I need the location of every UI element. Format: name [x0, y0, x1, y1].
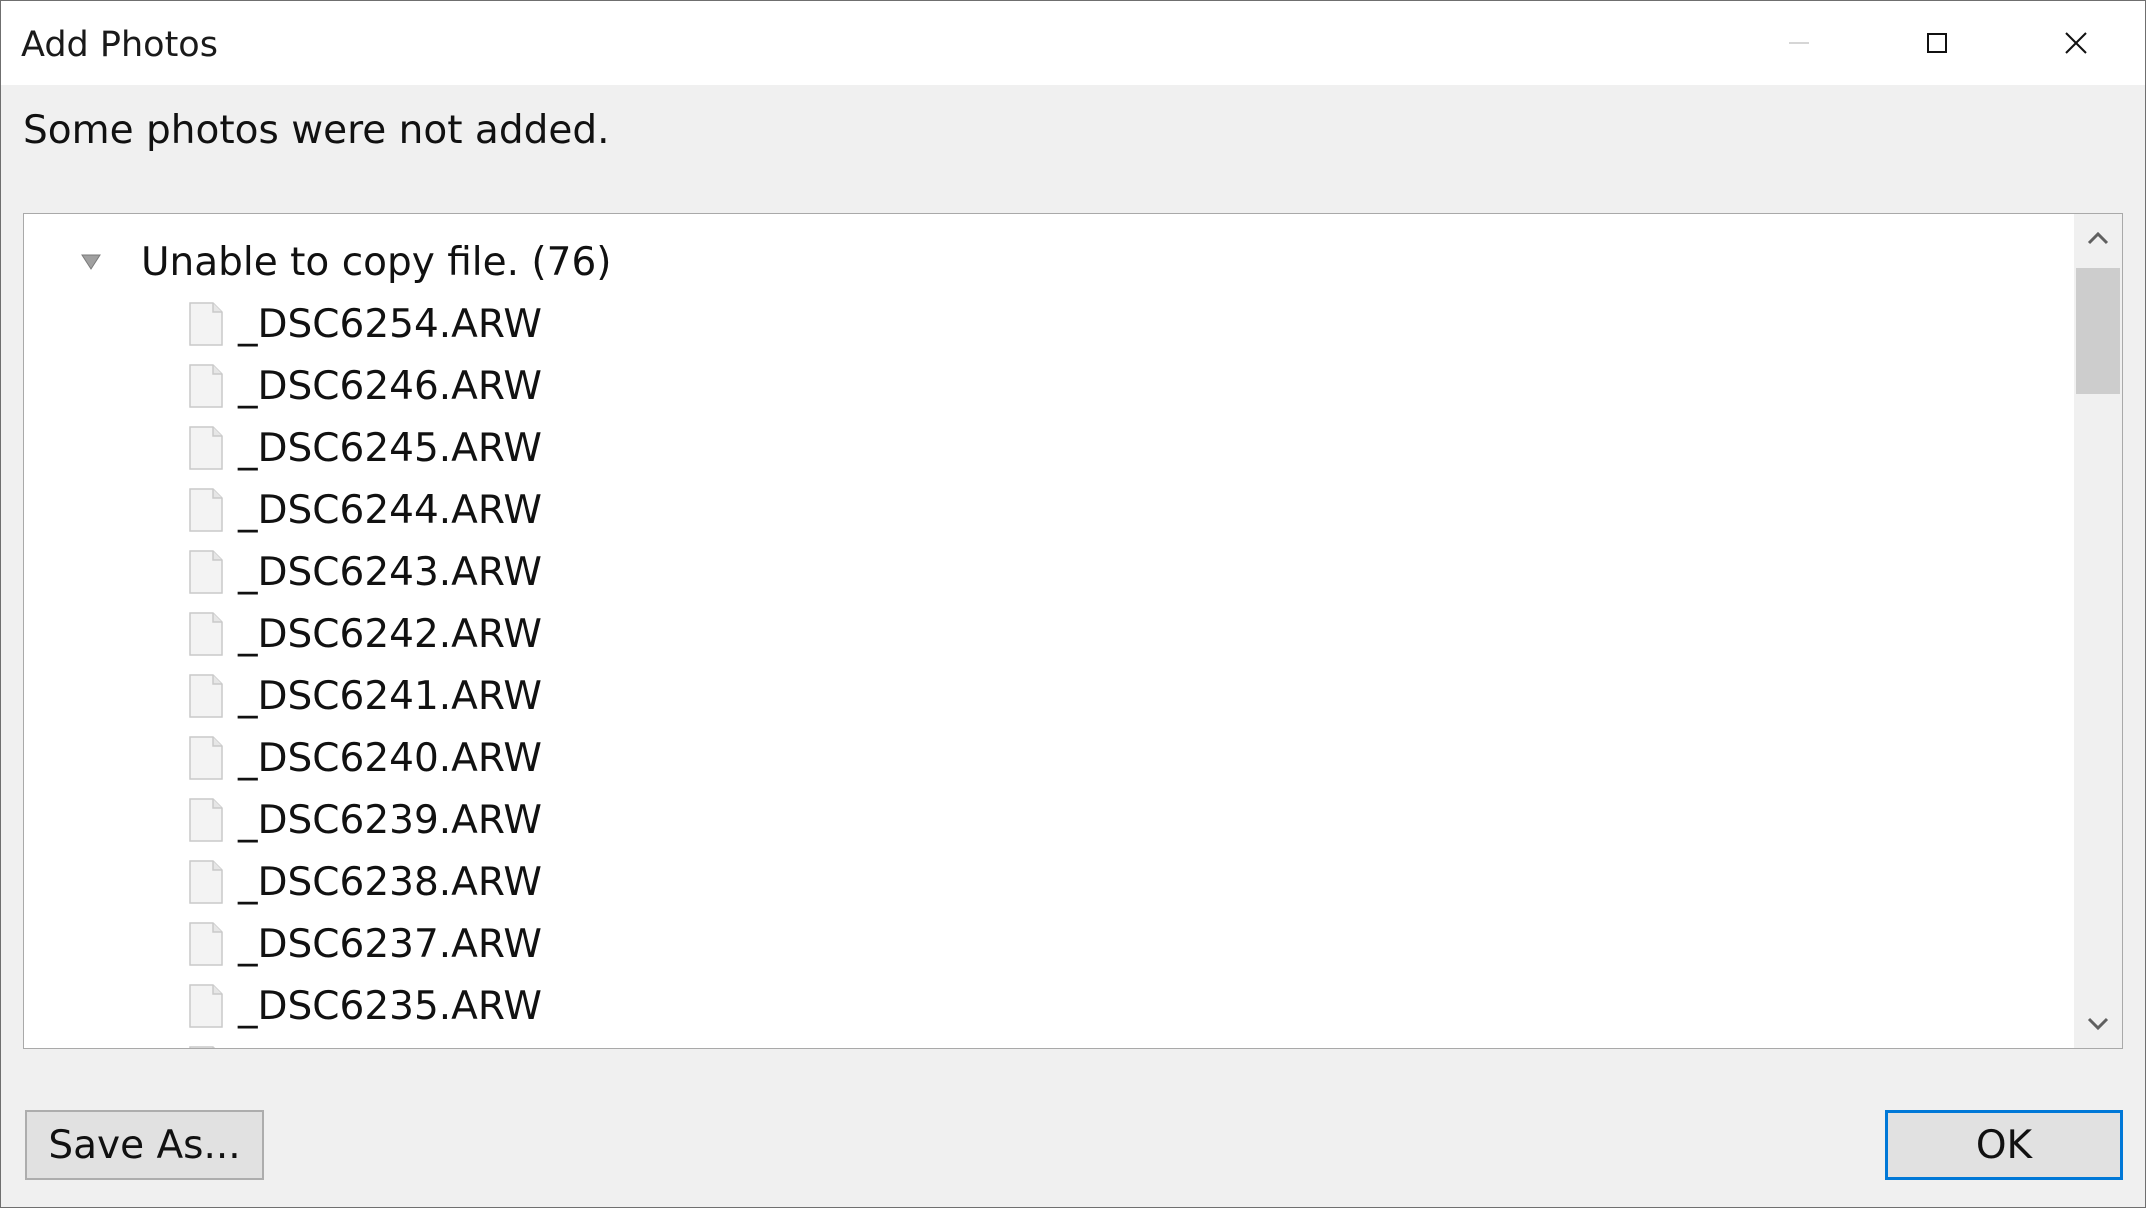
file-name: _DSC6234.ARW	[238, 1046, 542, 1049]
file-list-item[interactable]: _DSC6246.ARW	[186, 355, 542, 417]
file-name: _DSC6245.ARW	[238, 425, 542, 471]
title-bar[interactable]: Add Photos	[1, 1, 2145, 85]
group-label: Unable to copy file. (76)	[141, 239, 612, 285]
maximize-button[interactable]	[1868, 1, 2006, 85]
file-list-item[interactable]: _DSC6235.ARW	[186, 975, 542, 1037]
file-icon	[186, 796, 226, 844]
file-list-item[interactable]: _DSC6242.ARW	[186, 603, 542, 665]
file-name: _DSC6244.ARW	[238, 487, 542, 533]
file-icon	[186, 734, 226, 782]
file-list-item[interactable]: _DSC6254.ARW	[186, 293, 542, 355]
file-icon	[186, 610, 226, 658]
file-list-item[interactable]: _DSC6238.ARW	[186, 851, 542, 913]
scroll-up-button[interactable]	[2074, 214, 2122, 262]
triangle-down-icon	[81, 254, 101, 270]
scroll-thumb[interactable]	[2076, 268, 2120, 394]
file-name: _DSC6240.ARW	[238, 735, 542, 781]
scroll-down-button[interactable]	[2074, 1000, 2122, 1048]
file-icon	[186, 362, 226, 410]
file-icon	[186, 548, 226, 596]
file-name: _DSC6241.ARW	[238, 673, 542, 719]
file-list-item[interactable]: _DSC6244.ARW	[186, 479, 542, 541]
file-name: _DSC6246.ARW	[238, 363, 542, 409]
file-list-item[interactable]: _DSC6240.ARW	[186, 727, 542, 789]
file-list-item[interactable]: _DSC6243.ARW	[186, 541, 542, 603]
file-icon	[186, 672, 226, 720]
status-message: Some photos were not added.	[23, 108, 610, 153]
file-list-item[interactable]: _DSC6245.ARW	[186, 417, 542, 479]
group-header-unable-to-copy[interactable]: Unable to copy file. (76)	[74, 234, 611, 290]
file-name: _DSC6242.ARW	[238, 611, 542, 657]
ok-button[interactable]: OK	[1885, 1110, 2123, 1180]
file-icon	[186, 858, 226, 906]
expand-collapse-toggle[interactable]	[74, 234, 108, 290]
file-name: _DSC6254.ARW	[238, 301, 542, 347]
save-as-button[interactable]: Save As...	[25, 1110, 264, 1180]
file-name: _DSC6239.ARW	[238, 797, 542, 843]
file-icon	[186, 300, 226, 348]
chevron-up-icon	[2087, 231, 2109, 245]
tree-view: Unable to copy file. (76) _DSC6254.ARW _D…	[24, 214, 2074, 1048]
file-name: _DSC6243.ARW	[238, 549, 542, 595]
file-list-item[interactable]: _DSC6237.ARW	[186, 913, 542, 975]
file-name: _DSC6235.ARW	[238, 983, 542, 1029]
file-icon	[186, 1044, 226, 1048]
file-name: _DSC6237.ARW	[238, 921, 542, 967]
file-list-item[interactable]: _DSC6239.ARW	[186, 789, 542, 851]
file-icon	[186, 424, 226, 472]
minimize-icon	[1789, 42, 1809, 44]
chevron-down-icon	[2087, 1017, 2109, 1031]
file-list-item[interactable]: _DSC6241.ARW	[186, 665, 542, 727]
file-list-item[interactable]: _DSC6234.ARW	[186, 1037, 542, 1048]
close-button[interactable]	[2007, 1, 2145, 85]
window-title: Add Photos	[21, 25, 218, 65]
vertical-scrollbar[interactable]	[2074, 214, 2122, 1048]
failed-files-list[interactable]: Unable to copy file. (76) _DSC6254.ARW _D…	[23, 213, 2123, 1049]
close-icon	[2065, 32, 2087, 54]
file-icon	[186, 486, 226, 534]
file-icon	[186, 920, 226, 968]
file-name: _DSC6238.ARW	[238, 859, 542, 905]
minimize-button[interactable]	[1730, 1, 1868, 85]
add-photos-dialog: Add Photos Some photos were not added. U…	[0, 0, 2146, 1208]
maximize-icon	[1927, 33, 1947, 53]
file-icon	[186, 982, 226, 1030]
